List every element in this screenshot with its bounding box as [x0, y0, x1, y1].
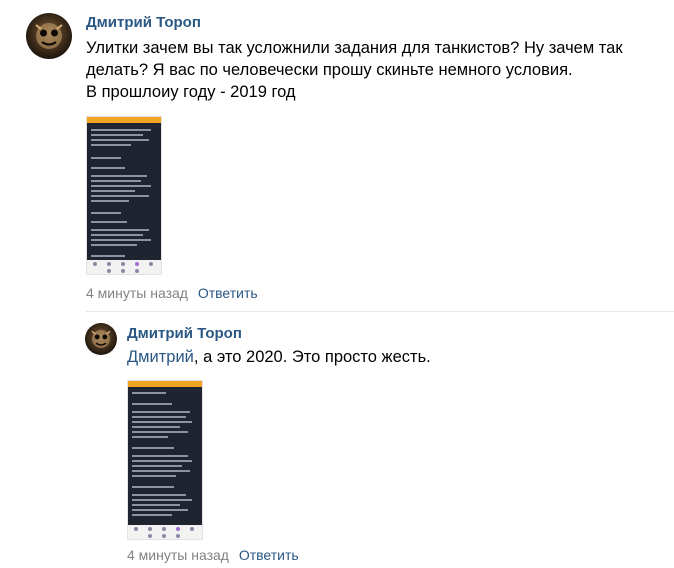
comment-author[interactable]: Дмитрий Тороп [86, 14, 201, 31]
divider [86, 311, 674, 312]
avatar[interactable] [85, 323, 117, 355]
comment-time[interactable]: 4 минуты назад [127, 547, 229, 563]
comment-meta: 4 минуты назад Ответить [86, 285, 258, 301]
avatar[interactable] [26, 13, 72, 59]
avatar-skull-icon [35, 23, 63, 49]
comment-author[interactable]: Дмитрий Тороп [127, 325, 242, 342]
comments-thread: { "comments": [ { "author": "Дмитрий Тор… [0, 0, 674, 568]
comment-text-line: В прошлоиу году - 2019 год [86, 83, 296, 101]
screenshot-status-bar [87, 117, 161, 123]
screenshot-status-bar [128, 381, 202, 387]
comment-time[interactable]: 4 минуты назад [86, 285, 188, 301]
screenshot-nav-bar [87, 260, 161, 274]
comment-text-rest: , а это 2020. Это просто жесть. [193, 348, 431, 366]
reply-button[interactable]: Ответить [198, 285, 258, 301]
comment-text: Дмитрий, а это 2020. Это просто жесть. [127, 346, 431, 368]
comment-text: Улитки зачем вы так усложнили задания дл… [86, 37, 623, 103]
comment-text-line: делать? Я вас по человечески прошу скинь… [86, 61, 573, 79]
reply-button[interactable]: Ответить [239, 547, 299, 563]
avatar-skull-icon [91, 329, 111, 349]
attached-screenshot[interactable] [86, 116, 162, 275]
mention-link[interactable]: Дмитрий [127, 348, 194, 366]
attached-screenshot[interactable] [127, 380, 203, 540]
comment-text-line: Улитки зачем вы так усложнили задания дл… [86, 39, 623, 57]
comment-meta: 4 минуты назад Ответить [127, 547, 299, 563]
screenshot-nav-bar [128, 525, 202, 539]
